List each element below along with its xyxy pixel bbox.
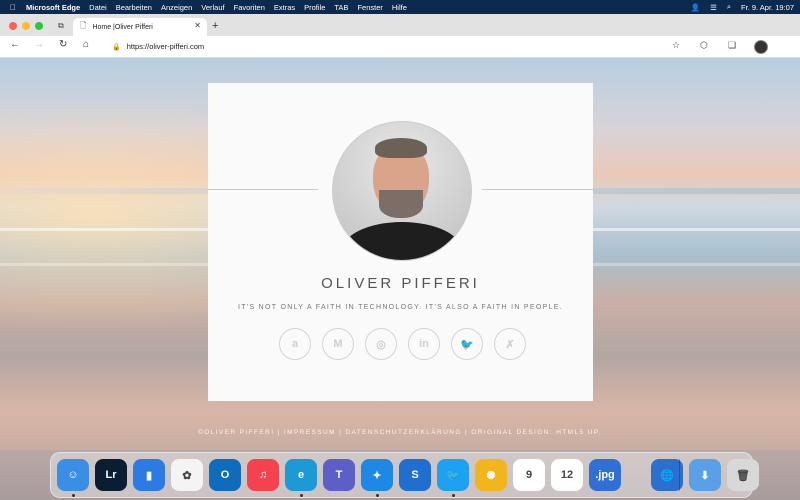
trash-icon[interactable]: 🗑	[727, 459, 759, 491]
extension-icon[interactable]: ⬡	[700, 40, 708, 51]
running-indicator	[376, 494, 379, 497]
safari-icon[interactable]: ✦	[361, 459, 393, 491]
downloads-icon[interactable]: ⬇	[689, 459, 721, 491]
page-viewport: OLIVER PIFFERI IT'S NOT ONLY A FAITH IN …	[0, 58, 800, 450]
menu-favoriten[interactable]: Favoriten	[234, 3, 265, 12]
photos-icon[interactable]: ✿	[171, 459, 203, 491]
amazon-icon[interactable]: a	[279, 328, 311, 360]
running-indicator	[452, 494, 455, 497]
lightroom-icon[interactable]: Lr	[95, 459, 127, 491]
instagram-icon[interactable]: ◎	[365, 328, 397, 360]
footer-links[interactable]: ©OLIVER PIFFERI | IMPRESSUM | DATENSCHUT…	[0, 429, 800, 436]
close-window-button[interactable]	[9, 22, 17, 30]
zoom-window-button[interactable]	[35, 22, 43, 30]
numbers-icon[interactable]: 12	[551, 459, 583, 491]
tab-actions-icon[interactable]: ⧉	[58, 21, 64, 31]
photo-hair	[375, 138, 427, 158]
profile-photo	[332, 121, 472, 261]
page-title: OLIVER PIFFERI	[321, 275, 480, 292]
divider-right	[482, 189, 593, 190]
lock-icon[interactable]: 🔒	[112, 43, 121, 51]
edge-icon[interactable]: e	[285, 459, 317, 491]
home-button[interactable]: ⌂	[83, 39, 89, 50]
divider-left	[208, 189, 318, 190]
control-center-icon[interactable]: ☰	[710, 3, 717, 12]
favorite-star-icon[interactable]: ☆	[672, 40, 680, 51]
menu-extras[interactable]: Extras	[274, 3, 295, 12]
finder-icon[interactable]: ☺	[57, 459, 89, 491]
sandbox-icon[interactable]: S	[399, 459, 431, 491]
linkedin-icon[interactable]: in	[408, 328, 440, 360]
social-links: a M ◎ in 🐦 ✗	[279, 328, 526, 360]
address-bar[interactable]: 🔒 https://oliver-pifferi.com	[106, 39, 718, 54]
search-icon[interactable]: ⌕	[727, 2, 731, 12]
browser-toolbar: ← → ↻ ⌂ 🔒 https://oliver-pifferi.com ☆ ⬡…	[0, 36, 800, 58]
menu-hilfe[interactable]: Hilfe	[392, 3, 407, 12]
teams-icon[interactable]: T	[323, 459, 355, 491]
outlook-icon[interactable]: O	[209, 459, 241, 491]
window-controls	[9, 22, 43, 30]
menu-app[interactable]: Microsoft Edge	[26, 3, 80, 12]
menu-tab[interactable]: TAB	[334, 3, 348, 12]
menu-anzeigen[interactable]: Anzeigen	[161, 3, 192, 12]
page-icon: 🗋	[80, 21, 87, 30]
dock: ☺ Lr ▮ ✿ O ♫ e T ✦ S 🐦 ✺ 9 12 .jpg 🌐 ⬇ 🗑	[50, 452, 759, 498]
dock-separator	[679, 459, 680, 491]
jpg-icon[interactable]: .jpg	[589, 459, 621, 491]
running-indicator	[72, 494, 75, 497]
clock-text[interactable]: Fr. 9. Apr. 19:07	[741, 3, 794, 12]
tes-icon[interactable]: ✺	[475, 459, 507, 491]
medium-icon[interactable]: M	[322, 328, 354, 360]
url-text[interactable]: https://oliver-pifferi.com	[127, 42, 204, 51]
twitter-icon[interactable]: 🐦	[437, 459, 469, 491]
photo-beard	[379, 190, 423, 218]
pages-icon[interactable]: 9	[513, 459, 545, 491]
refresh-button[interactable]: ↻	[59, 39, 67, 50]
close-tab-icon[interactable]: ✕	[194, 21, 201, 30]
xing-icon[interactable]: ✗	[494, 328, 526, 360]
collections-icon[interactable]: ❏	[728, 40, 736, 51]
menu-fenster[interactable]: Fenster	[357, 3, 382, 12]
tab-bar: ⧉ 🗋 Home |Oliver Pifferi ✕ +	[0, 14, 800, 36]
forward-button[interactable]: →	[34, 39, 44, 50]
menu-datei[interactable]: Datei	[89, 3, 107, 12]
tab-home[interactable]: 🗋 Home |Oliver Pifferi ✕	[73, 18, 207, 36]
profile-card: OLIVER PIFFERI IT'S NOT ONLY A FAITH IN …	[208, 83, 593, 401]
tab-title: Home |Oliver Pifferi	[92, 23, 153, 31]
user-icon[interactable]: 👤	[691, 3, 700, 12]
profile-avatar[interactable]	[754, 40, 768, 54]
photo-shirt	[341, 222, 463, 260]
tagline: IT'S NOT ONLY A FAITH IN TECHNOLOGY. IT'…	[238, 304, 563, 311]
apple-icon[interactable]: 	[10, 3, 16, 12]
menu-bearbeiten[interactable]: Bearbeiten	[116, 3, 152, 12]
menu-verlauf[interactable]: Verlauf	[201, 3, 224, 12]
menu-profile[interactable]: Profile	[304, 3, 325, 12]
menu-bar:  Microsoft Edge Datei Bearbeiten Anzeig…	[0, 0, 800, 14]
music-icon[interactable]: ♫	[247, 459, 279, 491]
minimize-window-button[interactable]	[22, 22, 30, 30]
twitter-icon[interactable]: 🐦	[451, 328, 483, 360]
back-button[interactable]: ←	[10, 39, 20, 50]
new-tab-button[interactable]: +	[212, 20, 218, 32]
running-indicator	[300, 494, 303, 497]
bookmarks-icon[interactable]: ▮	[133, 459, 165, 491]
